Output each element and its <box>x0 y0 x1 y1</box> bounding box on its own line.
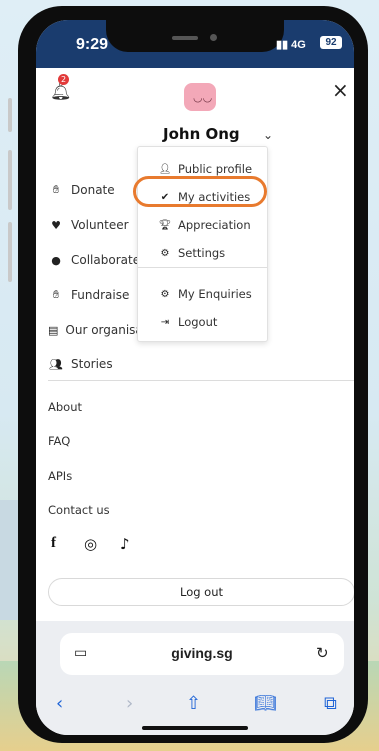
logout-arrow-icon: ⇥ <box>160 316 170 328</box>
nav-item-label: Donate <box>71 183 115 197</box>
address-bar[interactable]: ▭ giving.sg ↻ <box>60 633 344 675</box>
tiktok-icon[interactable]: ♪ <box>120 535 130 553</box>
dropdown-item-label: Public profile <box>178 162 253 176</box>
back-arrow-icon[interactable]: ‹ <box>56 693 63 714</box>
dropdown-item-logout[interactable]: ⇥ Logout <box>138 312 267 332</box>
address-url: giving.sg <box>171 645 233 661</box>
footer-link-contact-us[interactable]: Contact us <box>48 503 110 517</box>
nav-item-label: Collaborate <box>71 253 141 267</box>
network-type: 4G <box>291 39 306 51</box>
avatar-face-icon: ◡◡ <box>193 91 213 104</box>
reload-icon[interactable]: ↻ <box>316 644 329 662</box>
dropdown-item-settings[interactable]: ⚙︎ Settings <box>138 243 267 263</box>
dropdown-divider <box>138 267 267 268</box>
footer-link-apis[interactable]: APIs <box>48 469 72 483</box>
speaker-grille <box>172 36 198 40</box>
volume-up-button <box>8 150 12 210</box>
bookmarks-icon[interactable]: 📖︎ <box>254 693 277 714</box>
close-menu-button[interactable]: × <box>332 78 349 102</box>
notification-badge: 2 <box>58 74 69 85</box>
signal-bars-icon: ▮▮ <box>276 39 289 51</box>
volume-down-button <box>8 222 12 282</box>
footer-link-faq[interactable]: FAQ <box>48 434 70 448</box>
volunteer-heart-icon: ♥ <box>51 218 61 232</box>
avatar[interactable]: ◡◡ <box>184 83 216 111</box>
background-pillar <box>0 500 18 620</box>
status-bar: 9:29 ▮▮ 4G 92 <box>36 20 354 68</box>
footer-link-about[interactable]: About <box>48 400 82 414</box>
person-icon: 👤︎ <box>158 163 172 175</box>
collaborate-globe-icon: ● <box>51 253 61 267</box>
instagram-icon[interactable]: ◎ <box>84 535 97 553</box>
tabs-icon[interactable]: ⧉ <box>324 693 337 714</box>
nav-item-label: Fundraise <box>71 288 130 302</box>
dropdown-item-label: My Enquiries <box>178 287 252 301</box>
phone-screen: 9:29 ▮▮ 4G 92 🔔︎ 2 × ◡◡ John Ong ⌄ ✋︎ Do… <box>36 20 354 735</box>
signal-indicator: ▮▮ 4G <box>276 38 306 51</box>
dropdown-item-label: Settings <box>178 246 226 260</box>
nav-item-label: Volunteer <box>71 218 129 232</box>
log-out-button[interactable]: Log out <box>48 578 354 606</box>
camera-dot <box>210 34 217 41</box>
facebook-icon[interactable]: f <box>51 535 56 552</box>
chevron-down-icon[interactable]: ⌄ <box>263 128 273 142</box>
donate-hand-icon: ✋︎ <box>52 183 60 196</box>
dropdown-item-label: Appreciation <box>178 218 251 232</box>
annotation-highlight-ring <box>133 176 267 207</box>
battery-indicator: 92 <box>320 36 342 49</box>
share-icon[interactable]: ⇧ <box>186 693 201 714</box>
gear-icon: ⚙︎ <box>160 247 170 259</box>
notification-bell-icon[interactable]: 🔔︎ <box>50 82 72 102</box>
section-divider <box>48 380 354 381</box>
user-name[interactable]: John Ong <box>163 125 240 143</box>
nav-item-label: Stories <box>71 357 113 371</box>
building-icon: ▤ <box>48 323 59 337</box>
dynamic-notch <box>106 20 284 52</box>
gear-icon: ⚙︎ <box>160 288 170 300</box>
fundraise-hand-icon: ✋︎ <box>52 288 60 301</box>
dropdown-item-label: Logout <box>178 315 218 329</box>
nav-item-stories[interactable]: 👥︎ Stories <box>48 354 168 374</box>
dropdown-item-appreciation[interactable]: 🏆︎ Appreciation <box>138 215 267 235</box>
home-indicator <box>142 726 248 730</box>
forward-arrow-icon[interactable]: › <box>126 693 133 714</box>
browser-toolbar: ▭ giving.sg ↻ ‹ › ⇧ 📖︎ ⧉ <box>36 621 354 735</box>
trophy-icon: 🏆︎ <box>158 219 172 231</box>
mute-switch <box>8 98 12 132</box>
status-time: 9:29 <box>76 36 109 53</box>
dropdown-item-my-enquiries[interactable]: ⚙︎ My Enquiries <box>138 284 267 304</box>
people-icon: 👥︎ <box>49 357 63 371</box>
